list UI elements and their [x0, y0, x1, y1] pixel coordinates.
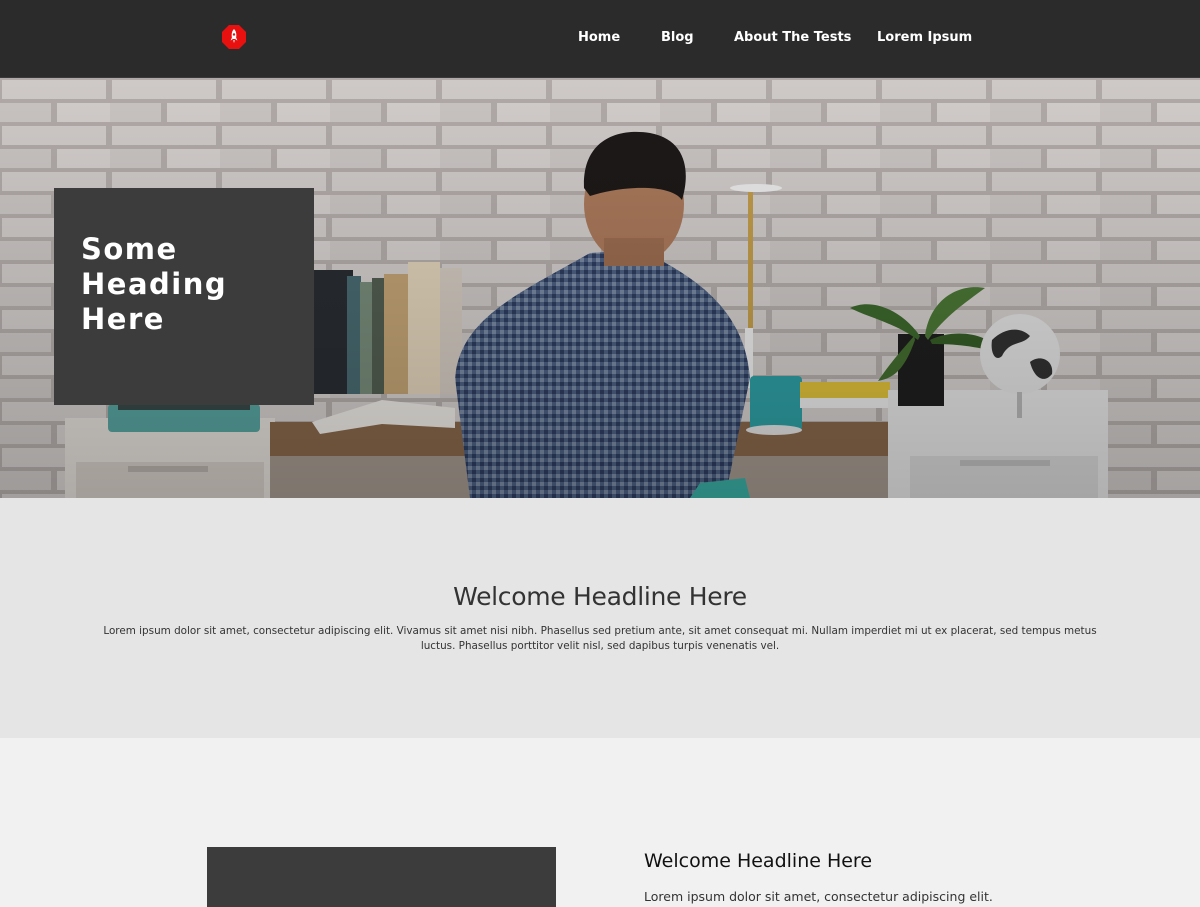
hero-banner: Some Heading Here: [0, 78, 1200, 498]
main-nav: Home Blog About The Tests Lorem Ipsum: [0, 0, 1200, 78]
welcome-title: Welcome Headline Here: [453, 582, 747, 611]
nav-blog[interactable]: Blog: [661, 30, 694, 45]
nav-lorem-ipsum[interactable]: Lorem Ipsum: [877, 30, 972, 45]
welcome-text: Lorem ipsum dolor sit amet, consectetur …: [103, 625, 1097, 652]
feature-section: Welcome Headline Here Lorem ipsum dolor …: [0, 738, 1200, 907]
feature-image-placeholder: [207, 847, 556, 907]
feature-text: Lorem ipsum dolor sit amet, consectetur …: [644, 889, 993, 904]
nav-about-the-tests[interactable]: About The Tests: [734, 30, 851, 45]
welcome-section: Welcome Headline Here Lorem ipsum dolor …: [0, 498, 1200, 738]
site-header: Home Blog About The Tests Lorem Ipsum: [0, 0, 1200, 78]
nav-home[interactable]: Home: [578, 30, 620, 45]
hero-heading: Some Heading Here: [81, 232, 228, 336]
feature-title: Welcome Headline Here: [644, 850, 873, 872]
hero-heading-box: Some Heading Here: [54, 188, 314, 405]
